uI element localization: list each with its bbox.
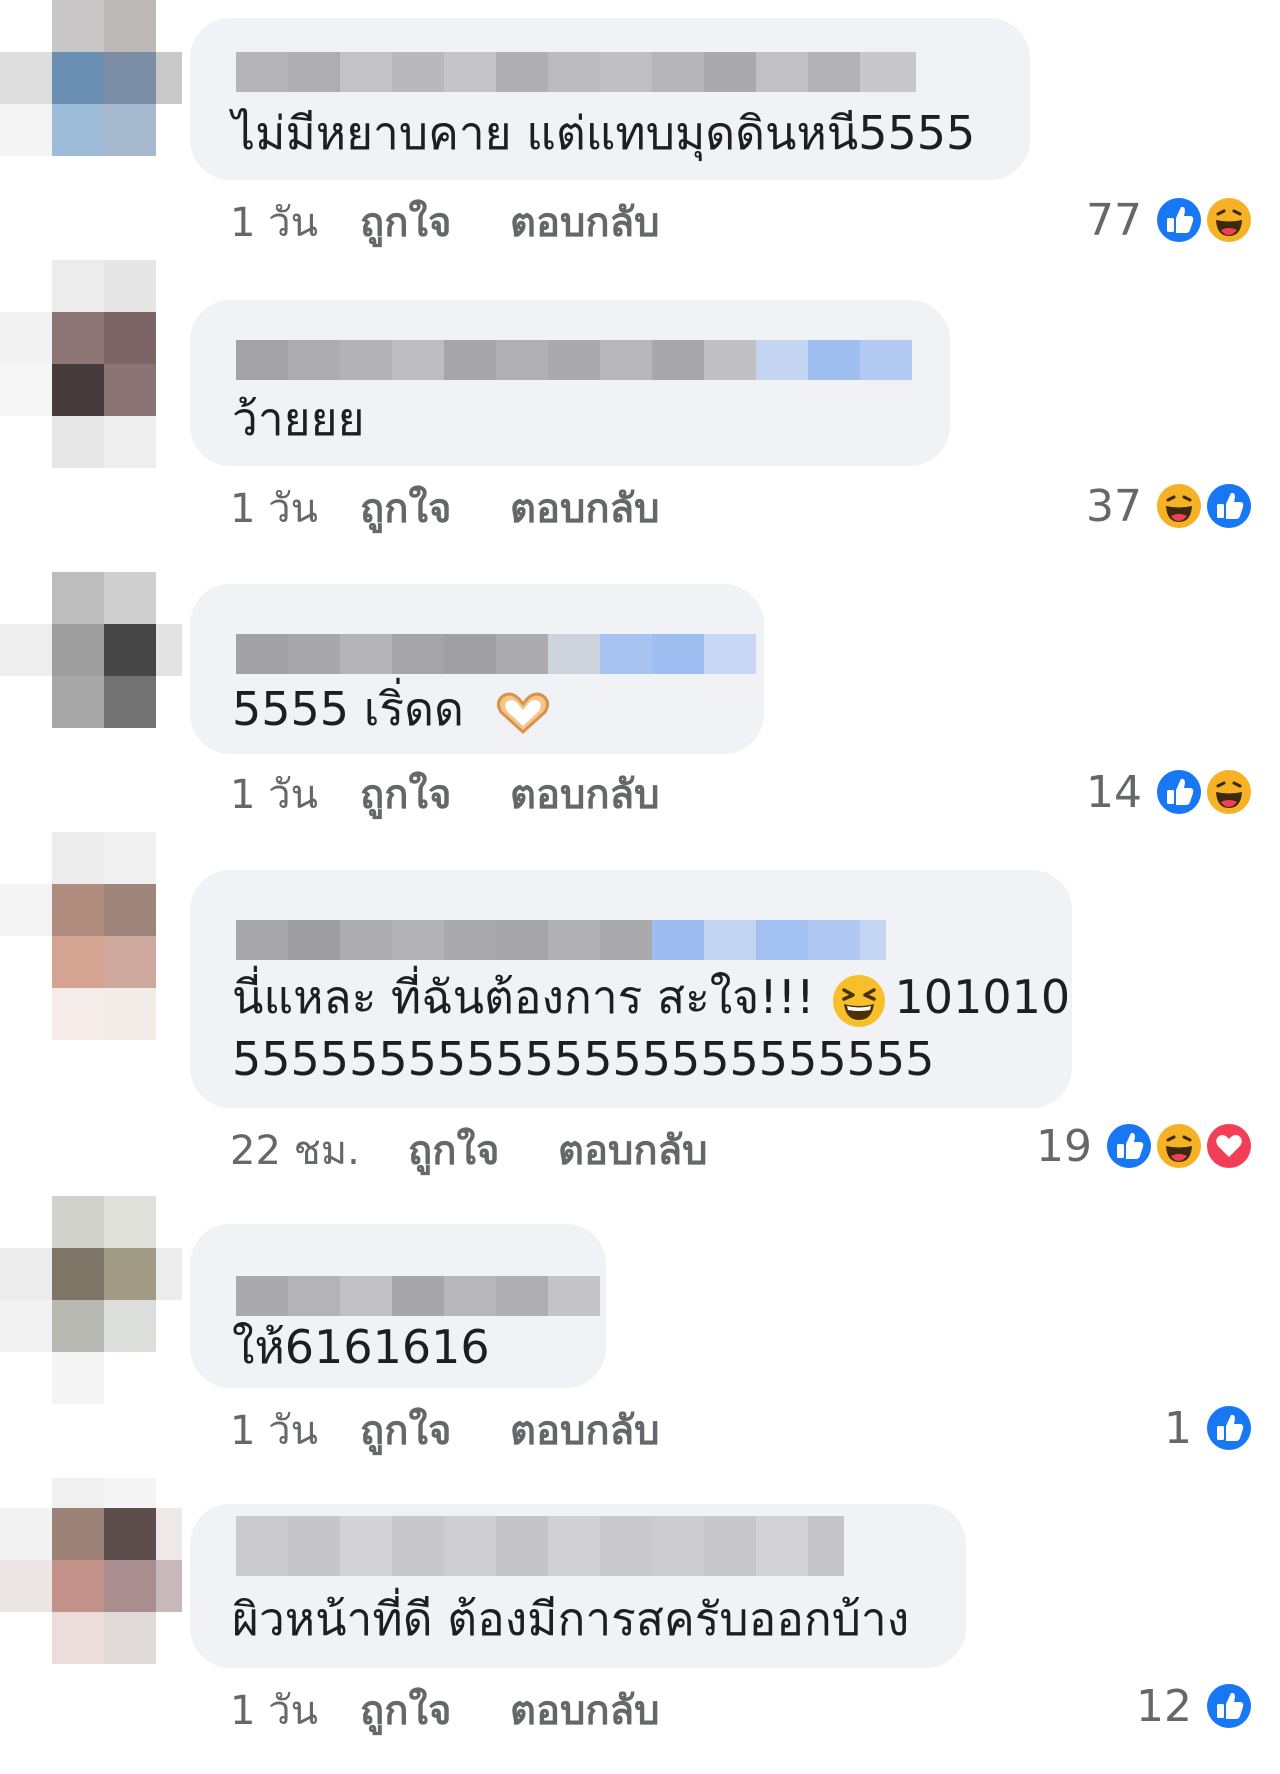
reaction-count: 37 [1086,480,1142,532]
comment-bubble: ให้6161616 [190,1224,606,1388]
comment-bubble: ว้ายยย [190,300,950,466]
reaction-count: 1 [1164,1402,1192,1454]
author-name-blurred[interactable] [236,52,916,92]
comment-text: นี่แหละ ที่ฉันต้องการ สะใจ!!! 101010 [232,964,1070,1030]
comment-time[interactable]: 22 ชม. [230,1118,408,1182]
haha-icon [1202,193,1256,247]
reply-button[interactable]: ตอบกลับ [558,1118,708,1182]
comment-time[interactable]: 1 วัน [230,476,360,540]
comment-text: ว้ายยย [232,392,365,446]
comment-actions: 1 วัน ถูกใจ ตอบกลับ [230,192,660,252]
comment-text-number: 101010 [894,970,1071,1024]
comment-actions: 1 วัน ถูกใจ ตอบกลับ [230,478,660,538]
like-icon [1202,1679,1256,1733]
reaction-summary[interactable]: 1 [1164,1398,1256,1458]
comment-text-body: นี่แหละ ที่ฉันต้องการ สะใจ!!! [232,970,815,1024]
comment-text: ไม่มีหยาบคาย แต่แทบมุดดินหนี5555 [232,106,976,160]
comment-time[interactable]: 1 วัน [230,190,360,254]
avatar[interactable] [0,0,190,180]
comment-time[interactable]: 1 วัน [230,1678,360,1742]
comment-text: ผิวหน้าที่ดี ต้องมีการสครับออกบ้าง [232,1592,910,1646]
comment-bubble: ไม่มีหยาบคาย แต่แทบมุดดินหนี5555 [190,18,1030,180]
like-icon [1152,765,1206,819]
reply-button[interactable]: ตอบกลับ [510,190,660,254]
comment-time[interactable]: 1 วัน [230,762,360,826]
reply-button[interactable]: ตอบกลับ [510,1678,660,1742]
comment-bubble: นี่แหละ ที่ฉันต้องการ สะใจ!!! 101010 555… [190,870,1072,1108]
avatar[interactable] [0,1478,190,1664]
like-button[interactable]: ถูกใจ [408,1118,558,1182]
like-button[interactable]: ถูกใจ [360,762,510,826]
author-name-blurred[interactable] [236,920,964,960]
reaction-count: 14 [1086,766,1142,818]
comment-text: 5555 เริ่ดด [232,676,553,742]
avatar[interactable] [0,572,190,728]
reply-button[interactable]: ตอบกลับ [510,476,660,540]
reaction-summary[interactable]: 19 [1036,1116,1256,1176]
comment-actions: 22 ชม. ถูกใจ ตอบกลับ [230,1120,708,1180]
like-icon [1202,479,1256,533]
like-button[interactable]: ถูกใจ [360,1398,510,1462]
reaction-summary[interactable]: 77 [1086,190,1256,250]
comment-text-body: 5555 เริ่ดด [232,682,464,736]
haha-icon [1152,479,1206,533]
like-icon [1102,1119,1156,1173]
reaction-summary[interactable]: 37 [1086,476,1256,536]
reaction-count: 12 [1136,1680,1192,1732]
reply-button[interactable]: ตอบกลับ [510,762,660,826]
love-icon [1202,1119,1256,1173]
reply-button[interactable]: ตอบกลับ [510,1398,660,1462]
reaction-summary[interactable]: 14 [1086,762,1256,822]
like-icon [1202,1401,1256,1455]
comment-actions: 1 วัน ถูกใจ ตอบกลับ [230,1680,660,1740]
avatar[interactable] [0,832,190,1040]
author-name-blurred[interactable] [236,634,756,674]
haha-icon [1152,1119,1206,1173]
comment-time[interactable]: 1 วัน [230,1398,360,1462]
haha-icon [1202,765,1256,819]
author-name-blurred[interactable] [236,340,912,380]
reaction-count: 77 [1086,194,1142,246]
laughing-emoji [832,974,885,1027]
like-icon [1152,193,1206,247]
like-button[interactable]: ถูกใจ [360,1678,510,1742]
avatar[interactable] [0,260,190,468]
comment-bubble: ผิวหน้าที่ดี ต้องมีการสครับออกบ้าง [190,1504,966,1668]
comment-actions: 1 วัน ถูกใจ ตอบกลับ [230,1400,660,1460]
like-button[interactable]: ถูกใจ [360,476,510,540]
heart-hands-emoji [496,692,549,734]
author-name-blurred[interactable] [236,1276,600,1316]
like-button[interactable]: ถูกใจ [360,190,510,254]
comment-text: ให้6161616 [232,1320,490,1374]
comment-actions: 1 วัน ถูกใจ ตอบกลับ [230,764,660,824]
comment-text-line2: 555555555555555555555555 [232,1032,935,1086]
reaction-summary[interactable]: 12 [1136,1676,1256,1736]
reaction-count: 19 [1036,1120,1092,1172]
avatar[interactable] [0,1196,190,1404]
author-name-blurred[interactable] [236,1516,844,1576]
comment-bubble: 5555 เริ่ดด [190,584,764,754]
